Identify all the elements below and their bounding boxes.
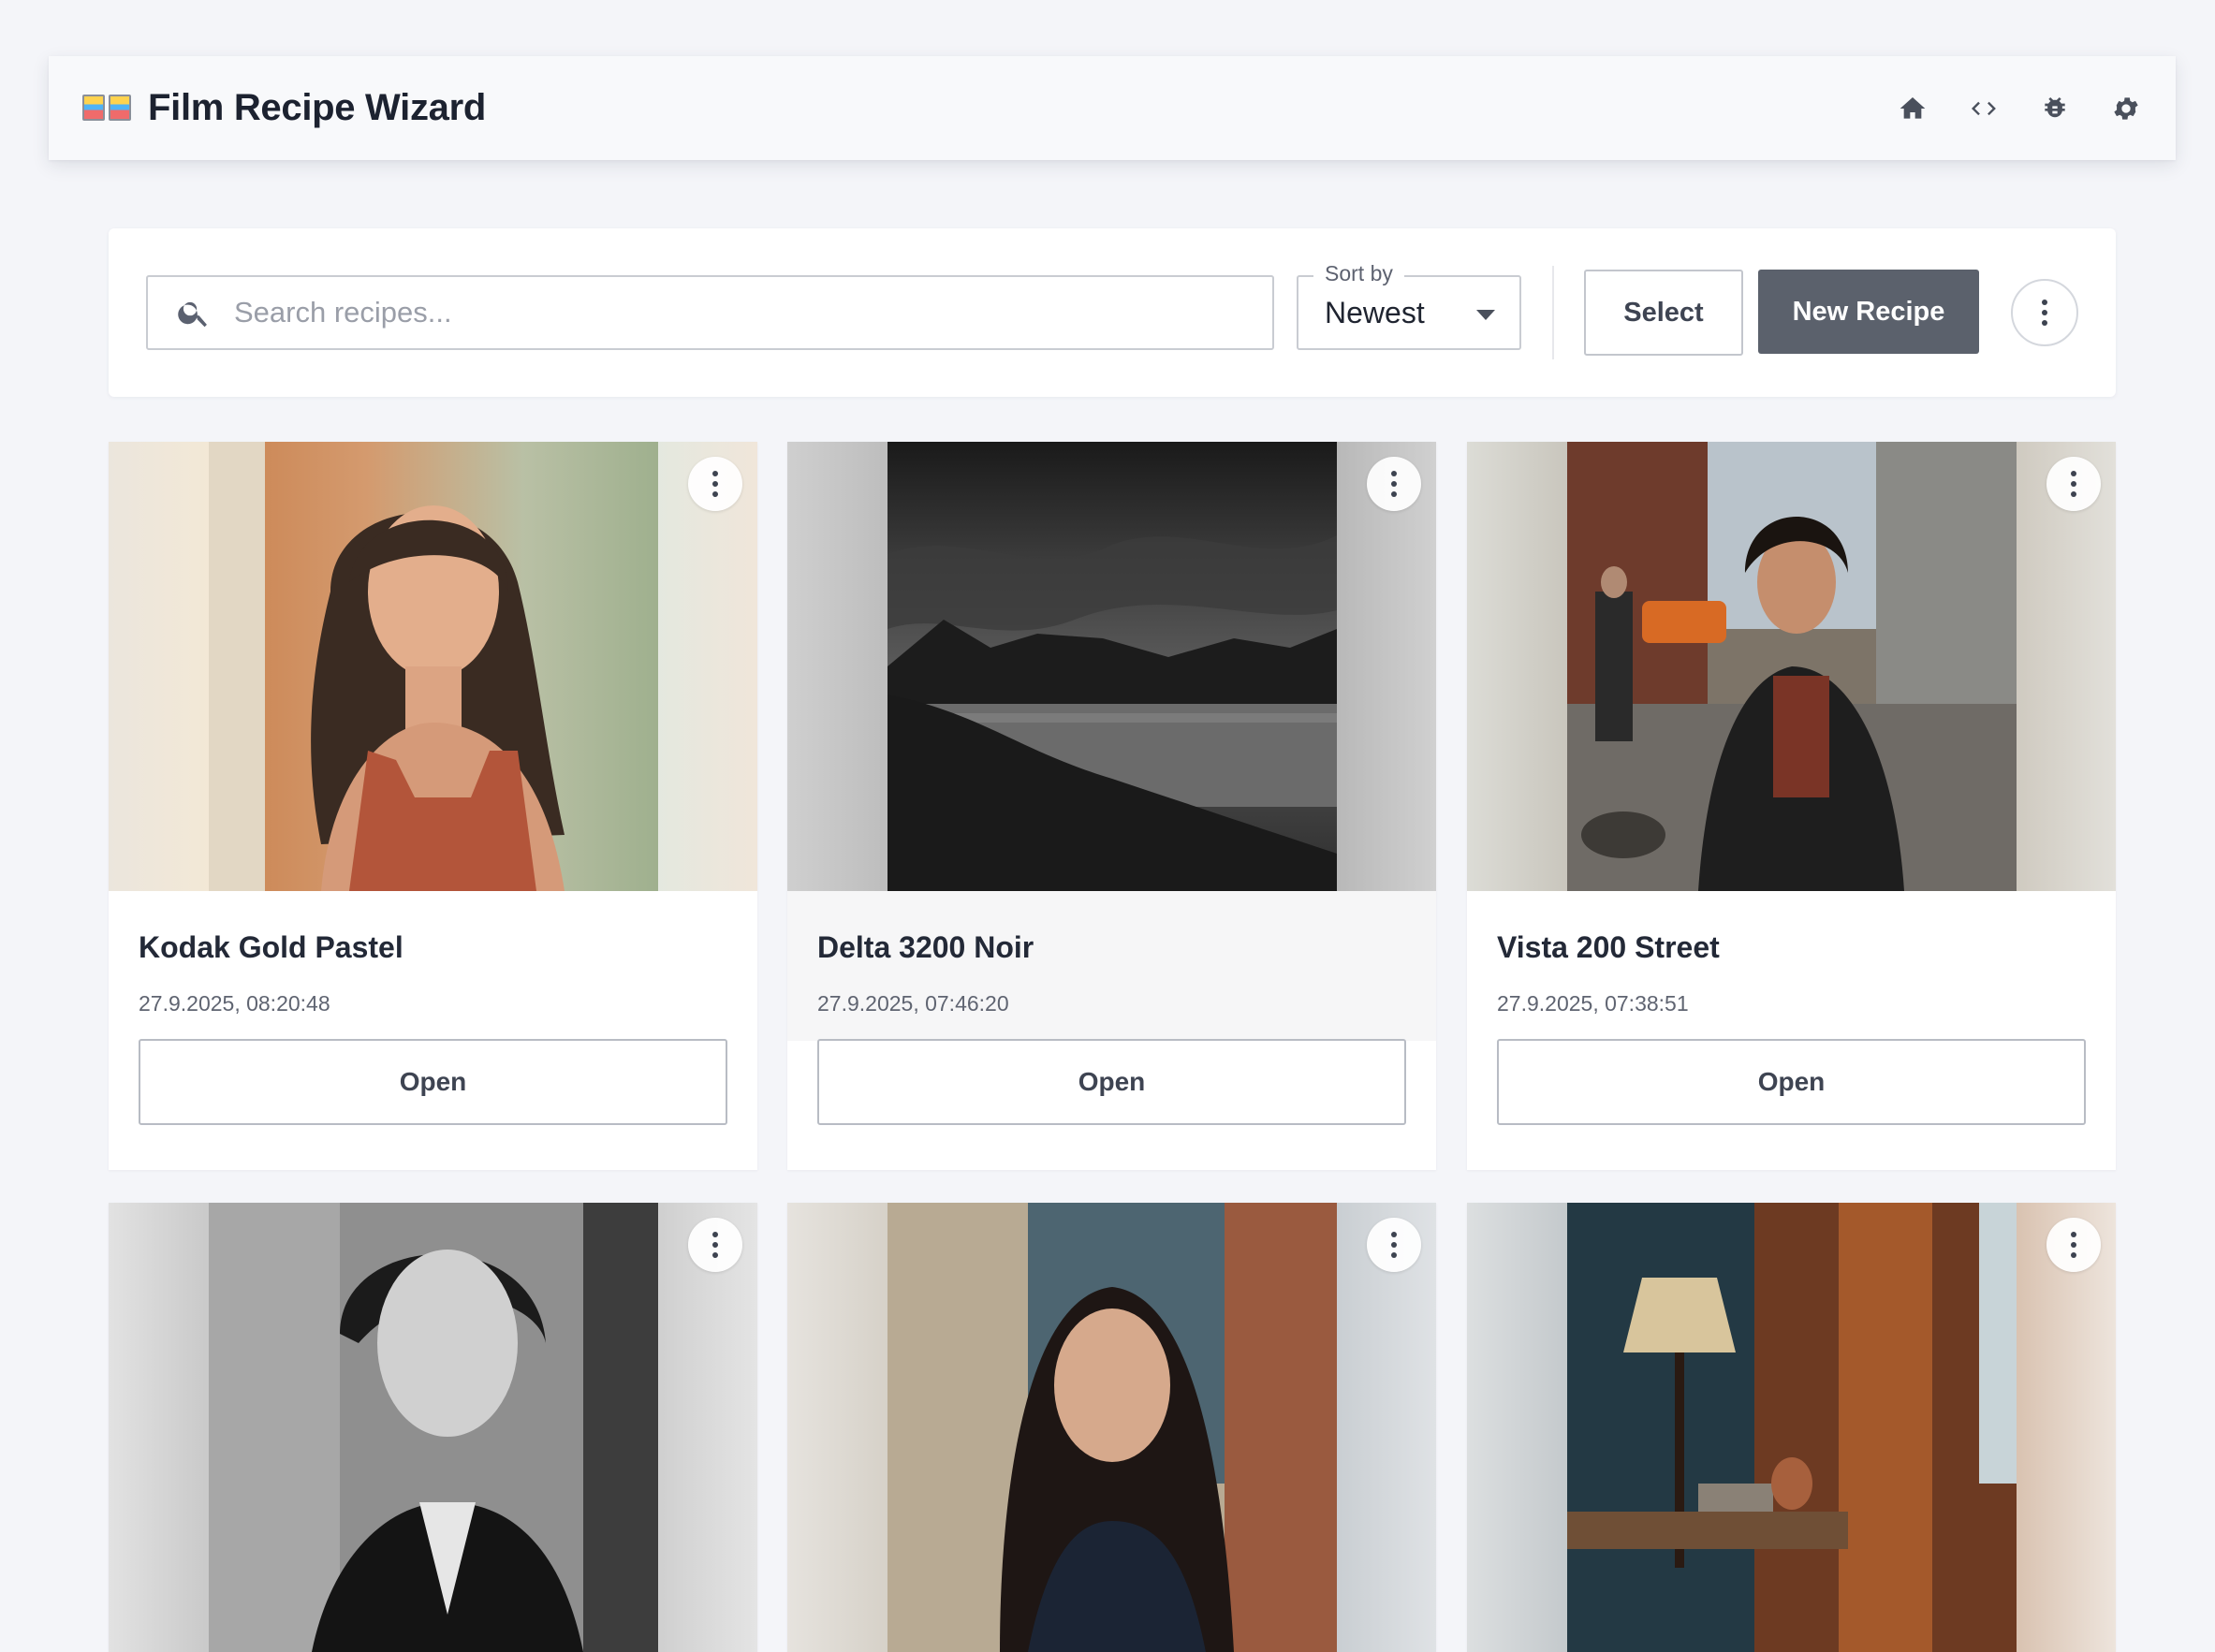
- recipe-title: Delta 3200 Noir: [817, 930, 1034, 964]
- more-vert-icon: [2071, 471, 2076, 497]
- recipe-thumbnail[interactable]: [787, 1203, 1436, 1652]
- code-icon[interactable]: [1968, 93, 2000, 124]
- recipe-title: Kodak Gold Pastel: [139, 930, 403, 964]
- recipe-thumbnail[interactable]: [109, 1203, 757, 1652]
- portrait-photo: [887, 1203, 1337, 1652]
- more-vert-icon: [712, 1232, 718, 1258]
- recipe-date: 27.9.2025, 08:20:48: [139, 991, 330, 1016]
- recipe-card[interactable]: [787, 1203, 1436, 1652]
- recipe-thumbnail[interactable]: [787, 442, 1436, 891]
- app-title: Film Recipe Wizard: [148, 87, 486, 128]
- open-button[interactable]: Open: [817, 1039, 1406, 1125]
- card-more-button[interactable]: [688, 1218, 742, 1272]
- more-vert-icon: [1391, 471, 1397, 497]
- select-button[interactable]: Select: [1584, 270, 1743, 356]
- more-vert-icon: [712, 471, 718, 497]
- app-header: Film Recipe Wizard: [49, 56, 2176, 160]
- recipe-thumbnail[interactable]: [1467, 1203, 2116, 1652]
- recipe-card[interactable]: Delta 3200 Noir 27.9.2025, 07:46:20 Open: [787, 442, 1436, 1170]
- open-button[interactable]: Open: [1497, 1039, 2086, 1125]
- landscape-photo: [887, 442, 1337, 891]
- sort-value: Newest: [1325, 296, 1425, 329]
- recipe-toolbar: Sort by Newest Select New Recipe: [109, 228, 2116, 397]
- interior-photo: [1567, 1203, 2017, 1652]
- search-input[interactable]: [232, 295, 1243, 330]
- bug-icon[interactable]: [2039, 93, 2071, 124]
- recipe-title: Vista 200 Street: [1497, 930, 1720, 964]
- search-field[interactable]: [146, 275, 1274, 350]
- recipe-date: 27.9.2025, 07:38:51: [1497, 991, 1689, 1016]
- more-vert-icon: [1391, 1232, 1397, 1258]
- portrait-photo: [209, 1203, 658, 1652]
- search-icon: [178, 301, 207, 328]
- sort-select[interactable]: Sort by Newest: [1297, 261, 1521, 350]
- more-vert-icon: [2071, 1232, 2076, 1258]
- app-logo-icon: [82, 94, 131, 123]
- card-more-button[interactable]: [1367, 1218, 1421, 1272]
- home-icon[interactable]: [1897, 93, 1929, 124]
- portrait-photo: [209, 442, 658, 891]
- recipe-card[interactable]: Vista 200 Street 27.9.2025, 07:38:51 Ope…: [1467, 442, 2116, 1170]
- sort-label: Sort by: [1313, 261, 1404, 286]
- toolbar-divider: [1552, 266, 1554, 359]
- chevron-down-icon: [1476, 310, 1495, 320]
- recipe-card[interactable]: [1467, 1203, 2116, 1652]
- open-button[interactable]: Open: [139, 1039, 727, 1125]
- card-more-button[interactable]: [1367, 457, 1421, 511]
- gear-icon[interactable]: [2110, 93, 2142, 124]
- card-more-button[interactable]: [2046, 457, 2101, 511]
- recipe-card[interactable]: [109, 1203, 757, 1652]
- card-more-button[interactable]: [2046, 1218, 2101, 1272]
- new-recipe-button[interactable]: New Recipe: [1758, 270, 1979, 354]
- recipe-thumbnail[interactable]: [1467, 442, 2116, 891]
- recipe-thumbnail[interactable]: [109, 442, 757, 891]
- street-photo: [1567, 442, 2017, 891]
- recipe-card[interactable]: Kodak Gold Pastel 27.9.2025, 08:20:48 Op…: [109, 442, 757, 1170]
- more-options-button[interactable]: [2011, 279, 2078, 346]
- recipe-date: 27.9.2025, 07:46:20: [817, 991, 1009, 1016]
- more-vert-icon: [2042, 300, 2047, 326]
- header-actions: [1897, 93, 2142, 124]
- card-more-button[interactable]: [688, 457, 742, 511]
